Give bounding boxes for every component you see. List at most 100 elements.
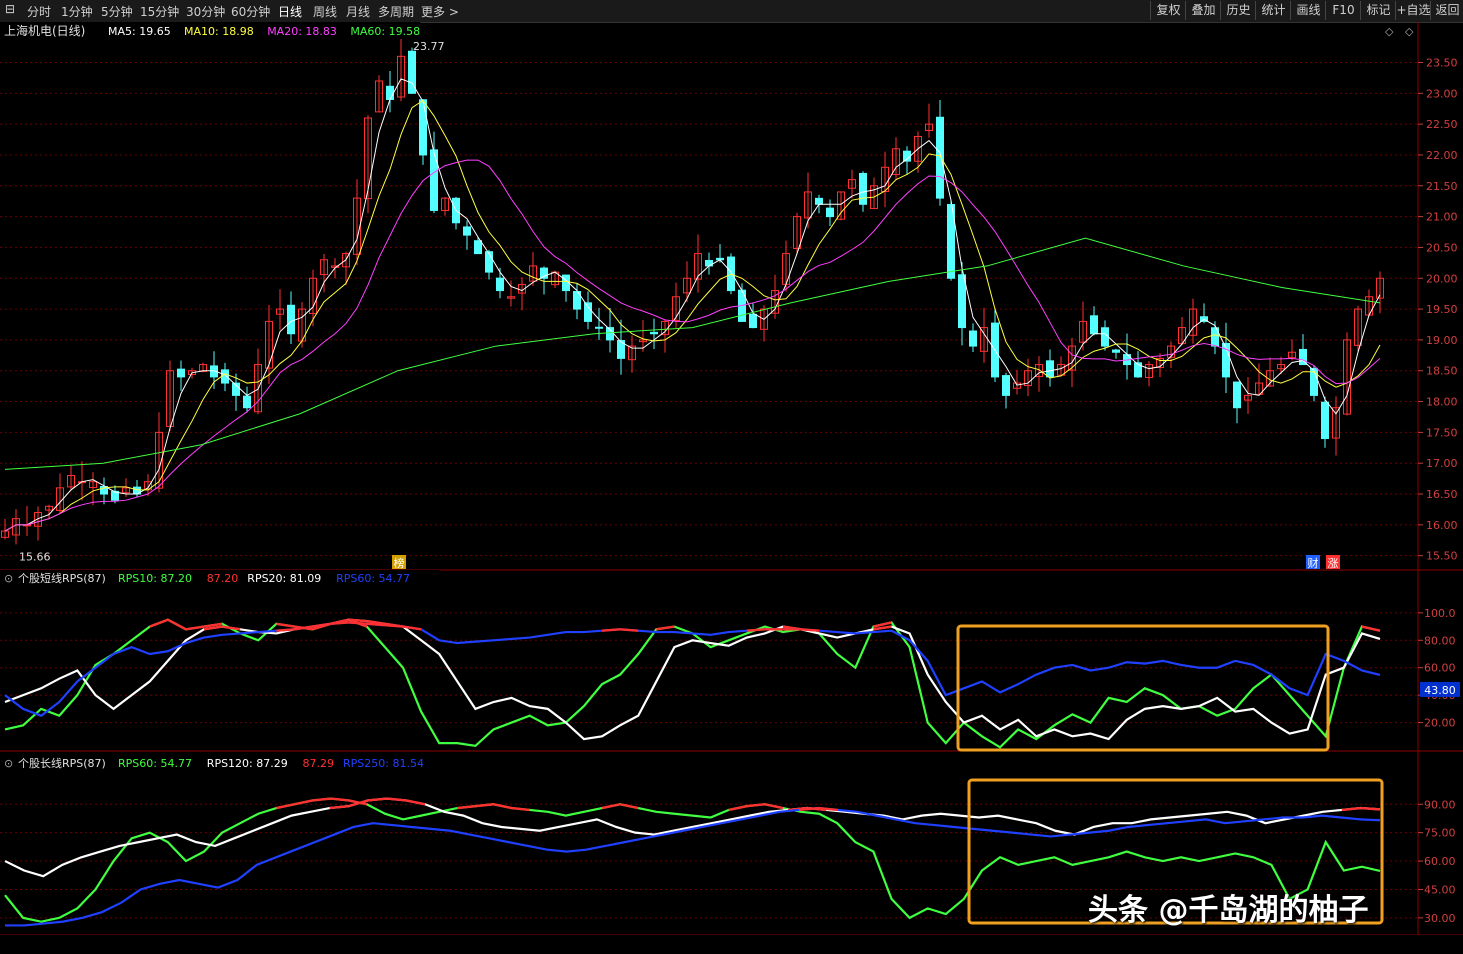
- candle-body: [1090, 315, 1098, 335]
- y-tick-label: 17.00: [1426, 457, 1458, 470]
- y-tick-label: 60.00: [1424, 855, 1456, 868]
- candle-body: [859, 172, 867, 205]
- toolbar-button-8[interactable]: 返回: [1430, 1, 1463, 20]
- rps-threshold-segment: [367, 797, 388, 802]
- toolbar-button-1[interactable]: 叠加: [1185, 1, 1221, 20]
- candle-body: [419, 99, 427, 156]
- candle-body: [936, 116, 944, 199]
- rps-line-rps60: [4, 621, 1381, 717]
- period-tab-10[interactable]: 更多 >: [421, 3, 459, 20]
- rps-line-rps10: [4, 618, 1381, 749]
- candle-body: [584, 302, 592, 322]
- period-tab-8[interactable]: 月线: [346, 3, 370, 20]
- toolbar-button-5[interactable]: F10: [1325, 1, 1361, 20]
- y-tick-label: 22.50: [1426, 118, 1458, 131]
- rps-threshold-segment: [386, 797, 407, 802]
- rps-threshold-segment: [457, 804, 476, 810]
- candle-body: [243, 395, 251, 409]
- period-tab-4[interactable]: 30分钟: [186, 3, 225, 20]
- candle-body: [650, 331, 658, 335]
- chart-area: 23.50 23.00 22.50 22.00 21.50 21.00 20.50 20.00…: [0, 22, 1463, 935]
- y-tick-label: 90.00: [1424, 798, 1456, 811]
- candle-body: [474, 240, 482, 255]
- rps-threshold-segment: [728, 804, 748, 812]
- rps-threshold-segment: [493, 803, 512, 810]
- high-price-label: 23.77: [413, 40, 445, 53]
- toolbar-button-6[interactable]: 标记: [1360, 1, 1396, 20]
- indicator-title: 个股短线RPS(87): [18, 571, 106, 585]
- y-tick-label: 20.00: [1426, 272, 1458, 285]
- candle-body: [496, 277, 504, 292]
- candle-body: [815, 197, 823, 205]
- candle-body: [430, 149, 438, 211]
- rps-threshold-segment: [276, 628, 295, 632]
- period-tab-2[interactable]: 5分钟: [101, 3, 133, 20]
- y-tick-label: 23.50: [1426, 56, 1458, 69]
- period-tab-0[interactable]: 分时: [27, 3, 51, 20]
- rps-threshold-segment: [1341, 806, 1362, 812]
- indicator-legend-0: RPS60: 54.77: [118, 757, 192, 770]
- diamond-icon: ◇: [1385, 25, 1394, 38]
- period-tab-5[interactable]: 60分钟: [231, 3, 270, 20]
- candle-body: [595, 326, 603, 329]
- y-tick-label: 22.00: [1426, 149, 1458, 162]
- rps-threshold-segment: [601, 628, 621, 632]
- toolbar-button-7[interactable]: +自选: [1395, 1, 1431, 20]
- indicator-legend-3: RPS250: 81.54: [343, 757, 424, 770]
- y-tick-label: 30.00: [1424, 912, 1456, 925]
- toolbar-button-2[interactable]: 历史: [1220, 1, 1256, 20]
- rps-line-rps20: [4, 618, 1381, 741]
- period-tab-9[interactable]: 多周期: [378, 3, 414, 20]
- y-tick-label: 80.00: [1424, 634, 1456, 647]
- indicator-legend-2: RPS20: 81.09: [247, 572, 321, 585]
- panel-toggle-icon[interactable]: ⊟: [5, 2, 15, 16]
- y-tick-label: 16.50: [1426, 488, 1458, 501]
- toolbar-button-3[interactable]: 统计: [1255, 1, 1291, 20]
- legend-ma60: MA60: 19.58: [350, 25, 420, 38]
- rps-threshold-segment: [167, 618, 187, 631]
- indicator-legend-0: RPS10: 87.20: [118, 572, 192, 585]
- diamond-icon: ◇: [1405, 25, 1414, 38]
- indicator-legend-2: 87.29: [303, 757, 335, 770]
- legend-ma5: MA5: 19.65: [108, 25, 171, 38]
- event-marker-label: 财: [1308, 556, 1319, 570]
- rps-threshold-segment: [764, 803, 784, 810]
- watermark: 头条 @千岛湖的柚子: [1088, 893, 1369, 928]
- rps-threshold-segment: [348, 621, 367, 626]
- y-tick-label: 23.00: [1426, 87, 1458, 100]
- rps-threshold-segment: [149, 618, 169, 628]
- candle-body: [1101, 327, 1109, 347]
- period-tab-7[interactable]: 周线: [313, 3, 337, 20]
- period-tab-3[interactable]: 15分钟: [140, 3, 179, 20]
- candle-body: [485, 251, 493, 273]
- legend-ma20: MA20: 18.83: [267, 25, 337, 38]
- indicator-toggle-icon: ⊙: [4, 572, 13, 585]
- rps-threshold-segment: [1361, 625, 1381, 632]
- rps-threshold-segment: [601, 803, 621, 810]
- candle-body: [1046, 360, 1054, 378]
- rps-threshold-segment: [384, 624, 404, 628]
- rps-threshold-segment: [366, 622, 386, 627]
- y-tick-label: 16.00: [1426, 519, 1458, 532]
- toolbar-button-0[interactable]: 复权: [1150, 1, 1186, 20]
- toolbar-button-4[interactable]: 画线: [1290, 1, 1326, 20]
- period-tab-6[interactable]: 日线: [278, 3, 302, 20]
- y-tick-label: 20.00: [1424, 717, 1456, 730]
- indicator-legend-1: 87.20: [207, 572, 239, 585]
- candle-body: [177, 368, 185, 378]
- period-tab-1[interactable]: 1分钟: [61, 3, 93, 20]
- candle-body: [1002, 375, 1010, 396]
- candle-body: [463, 226, 471, 236]
- y-tick-label: 19.50: [1426, 303, 1458, 316]
- rps-threshold-segment: [185, 625, 205, 631]
- rps-threshold-segment: [312, 622, 331, 628]
- rps-threshold-segment: [619, 803, 639, 810]
- y-tick-label: 75.00: [1424, 827, 1456, 840]
- indicator-title: 个股长线RPS(87): [18, 756, 106, 770]
- rps-threshold-segment: [329, 804, 349, 810]
- candle-body: [1310, 367, 1318, 396]
- event-marker-label: 涨: [1328, 557, 1339, 570]
- legend-ma10: MA10: 18.98: [184, 25, 254, 38]
- rps-threshold-segment: [746, 628, 765, 632]
- candle-body: [1321, 401, 1329, 440]
